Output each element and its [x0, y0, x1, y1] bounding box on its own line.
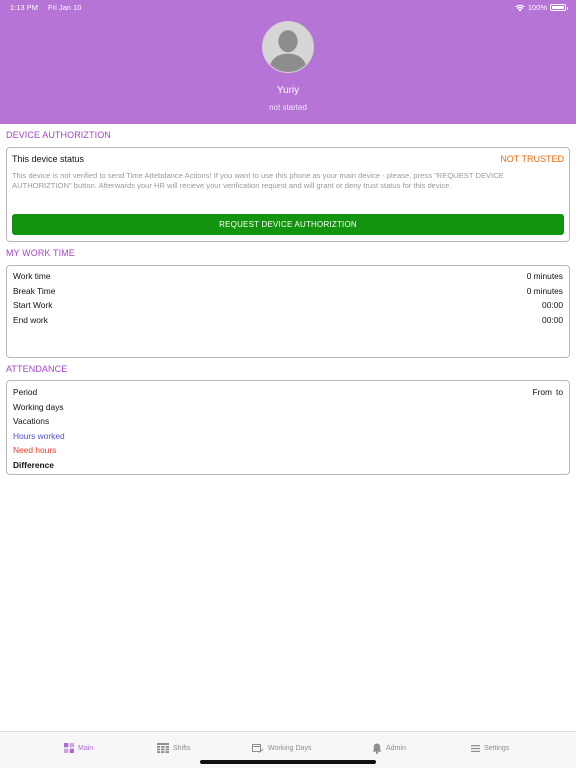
work-time-label: Work time	[13, 271, 51, 281]
menu-lines-icon	[471, 744, 480, 752]
grid-icon	[64, 743, 74, 753]
calendar-plane-icon	[252, 743, 264, 753]
device-auth-description: This device is not verified to send Time…	[12, 171, 504, 191]
tab-main[interactable]: Main	[64, 741, 93, 755]
work-time-row: Work time 0 minutes	[13, 271, 563, 283]
table-icon	[157, 743, 169, 753]
start-work-row: Start Work 00:00	[13, 300, 563, 312]
period-from: From	[532, 387, 552, 397]
break-time-row: Break Time 0 minutes	[13, 286, 563, 298]
tab-shifts[interactable]: Shifts	[157, 741, 191, 755]
tab-settings-label: Settings	[484, 744, 510, 752]
device-auth-title: DEVICE AUTHORIZTION	[6, 130, 111, 140]
device-status-label: This device status	[12, 154, 85, 164]
tab-working-days[interactable]: Working Days	[252, 741, 311, 755]
working-days-label: Working days	[13, 401, 64, 412]
tab-settings[interactable]: Settings	[471, 741, 509, 755]
start-work-label: Start Work	[13, 300, 53, 310]
battery-percent: 100%	[527, 3, 547, 12]
tab-admin-label: Admin	[386, 744, 406, 752]
tab-working-days-label: Working Days	[268, 744, 312, 752]
tab-admin[interactable]: Admin	[372, 741, 406, 755]
need-hours-row: Need hours	[13, 445, 563, 457]
user-silhouette-icon	[263, 22, 313, 72]
period-to: to	[556, 387, 563, 397]
status-bar: 1:13 PM Fri Jan 10 100%	[10, 3, 568, 13]
status-date: Fri Jan 10	[48, 3, 82, 12]
end-work-label: End work	[13, 314, 48, 325]
device-auth-card: This device status NOT TRUSTED This devi…	[6, 147, 570, 242]
bell-icon	[372, 743, 382, 754]
status-indicators: 100%	[515, 3, 568, 12]
tab-main-label: Main	[78, 744, 94, 752]
home-indicator[interactable]	[200, 760, 376, 764]
work-time-title: MY WORK TIME	[6, 248, 75, 258]
request-device-authorization-button[interactable]: REQUEST DEVICE AUTHORIZTION	[12, 214, 564, 235]
hours-worked-row: Hours worked	[13, 431, 563, 443]
vacations-label: Vacations	[13, 416, 50, 426]
tab-shifts-label: Shifts	[173, 744, 191, 752]
profile-header: 1:13 PM Fri Jan 10 100% Yuriy not starte…	[0, 0, 576, 124]
work-time-value: 0 minutes	[526, 271, 563, 281]
difference-row: Difference	[13, 460, 563, 472]
period-value: From to	[528, 387, 563, 397]
status-time: 1:13 PM	[10, 3, 38, 12]
work-time-card: Work time 0 minutes Break Time 0 minutes…	[6, 265, 570, 358]
end-work-row: End work 00:00	[13, 315, 563, 327]
battery-icon	[550, 4, 568, 11]
device-status-value: NOT TRUSTED	[500, 154, 564, 164]
difference-label: Difference	[13, 459, 54, 470]
user-status: not started	[269, 103, 307, 112]
need-hours-label: Need hours	[13, 445, 57, 455]
period-label: Period	[13, 387, 38, 397]
wifi-icon	[515, 4, 525, 11]
user-name: Yuriy	[276, 85, 300, 96]
period-row: Period From to	[13, 387, 563, 399]
vacations-row: Vacations	[13, 416, 563, 428]
attendance-title: ATTENDANCE	[6, 364, 68, 374]
working-days-row: Working days	[13, 402, 563, 414]
break-time-label: Break Time	[13, 285, 56, 296]
avatar[interactable]	[262, 21, 314, 73]
hours-worked-label: Hours worked	[13, 430, 65, 441]
attendance-card: Period From to Working days Vacations Hou…	[6, 380, 570, 475]
break-time-value: 0 minutes	[526, 285, 563, 296]
end-work-value: 00:00	[542, 314, 563, 325]
start-work-value: 00:00	[542, 300, 563, 310]
status-time-date: 1:13 PM Fri Jan 10	[10, 3, 89, 12]
